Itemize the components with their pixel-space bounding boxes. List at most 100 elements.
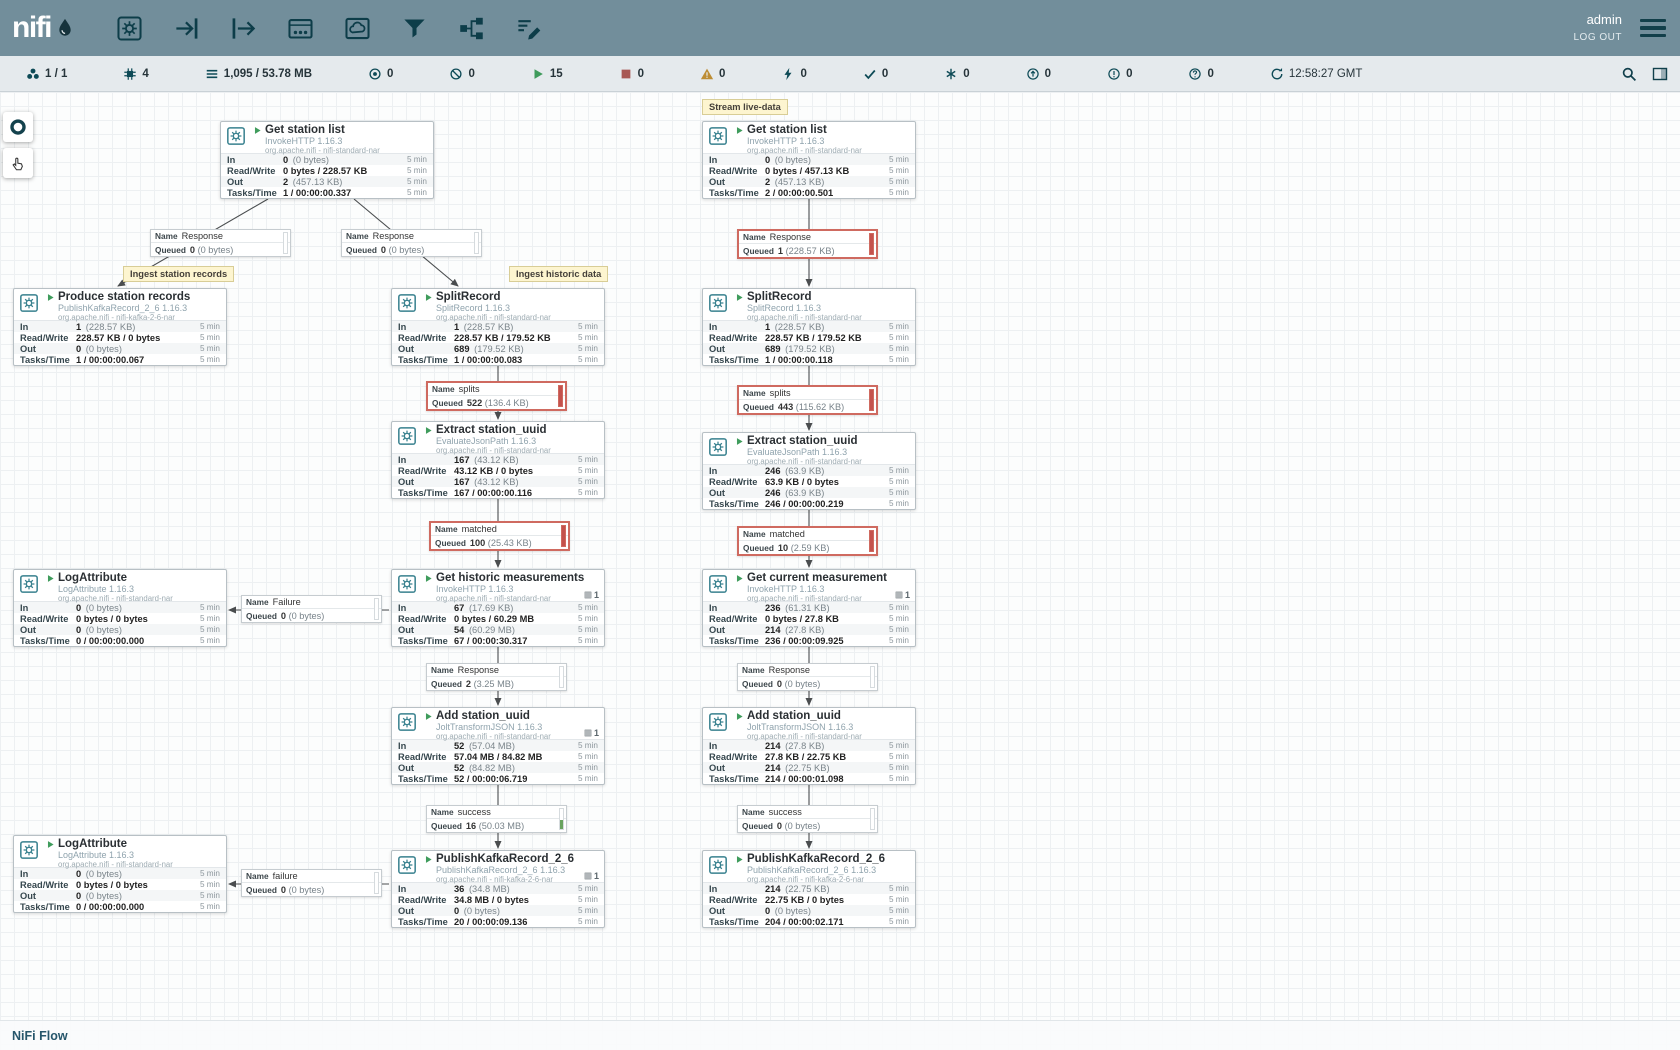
status-running: 15 [531,67,563,81]
processor-get-station-list[interactable]: Get station listInvokeHTTP 1.16.3org.apa… [702,121,916,199]
run-status-running-icon [735,712,744,721]
processor-header: Get station listInvokeHTTP 1.16.3org.apa… [221,122,433,153]
processor-stats: In1 (228.57 KB)5 minRead/Write228.57 KB … [703,320,915,365]
operate-palette-button[interactable] [3,148,33,178]
connection-queued: 16 (50.03 MB) [466,821,524,831]
cluster-icon [26,67,40,81]
connection-failure[interactable]: NameFailureQueued0 (0 bytes) [241,595,382,623]
processor-type: SplitRecord 1.16.3 [436,303,599,313]
connection-matched[interactable]: NamematchedQueued100 (25.43 KB) [429,521,570,551]
processor-produce-station-records[interactable]: Produce station recordsPublishKafkaRecor… [13,288,227,366]
connection-response[interactable]: NameResponseQueued0 (0 bytes) [150,229,291,257]
run-status-running-icon [424,293,433,302]
status-disabled: 0 [781,67,806,81]
nifi-logo: nifi [12,11,76,45]
nifi-logo-text: nifi [12,11,51,45]
canvas-label-ingest-historic-data[interactable]: Ingest historic data [509,266,608,282]
process-group-tool-icon[interactable] [287,15,314,42]
stat-row: Tasks/Time204 / 00:00:02.1715 min [703,916,915,927]
connection-success[interactable]: NamesuccessQueued16 (50.03 MB) [426,805,567,833]
processor-splitrecord[interactable]: SplitRecordSplitRecord 1.16.3org.apache.… [391,288,605,366]
connection-queued: 0 (0 bytes) [281,885,324,895]
processor-bundle: org.apache.nifi - nifi-standard-nar [436,732,599,741]
processor-publishkafkarecord-2-6[interactable]: PublishKafkaRecord_2_6PublishKafkaRecord… [702,850,916,928]
canvas-label-ingest-station-records[interactable]: Ingest station records [123,266,234,282]
output-port-tool-icon[interactable] [230,15,257,42]
nifi-drop-icon [54,17,76,39]
flow-canvas[interactable]: Stream live-data Ingest station records In… [0,92,1680,1050]
processor-icon [708,292,728,320]
status-refresh[interactable]: 12:58:27 GMT [1270,67,1363,81]
stat-row: Tasks/Time20 / 00:00:09.1365 min [392,916,604,927]
processor-type: InvokeHTTP 1.16.3 [436,584,599,594]
processor-get-station-list[interactable]: Get station listInvokeHTTP 1.16.3org.apa… [220,121,434,199]
processor-bundle: org.apache.nifi - nifi-standard-nar [747,313,910,322]
processor-logattribute[interactable]: LogAttributeLogAttribute 1.16.3org.apach… [13,569,227,647]
connection-response[interactable]: NameResponseQueued1 (228.57 KB) [737,229,878,259]
processor-stats: In214 (22.75 KB)5 minRead/Write22.75 KB … [703,882,915,927]
template-tool-icon[interactable] [458,15,485,42]
processor-extract-station-uuid[interactable]: Extract station_uuidEvaluateJsonPath 1.1… [702,432,916,510]
canvas-label-stream-live-data[interactable]: Stream live-data [702,99,788,115]
status-invalid-value: 0 [719,68,725,80]
stat-row: Read/Write0 bytes / 27.8 KB5 min [703,613,915,624]
processor-icon [708,436,728,464]
processor-add-station-uuid[interactable]: Add station_uuidJoltTransformJSON 1.16.3… [391,707,605,785]
navigate-palette-button[interactable] [3,112,33,142]
connection-queued: 10 (2.59 KB) [778,543,830,553]
status-not-transmitting: 0 [449,67,474,81]
panel-icon[interactable] [1652,66,1668,82]
processor-get-current-measurement[interactable]: Get current measurementInvokeHTTP 1.16.3… [702,569,916,647]
disabled-icon [781,67,795,81]
processor-tool-icon[interactable] [116,15,143,42]
connection-name: success [769,807,802,817]
processor-bundle: org.apache.nifi - nifi-kafka-2-6-nar [747,875,910,884]
connection-splits[interactable]: NamesplitsQueued443 (115.62 KB) [737,385,878,415]
search-icon[interactable] [1621,66,1637,82]
logout-link[interactable]: LOG OUT [1573,30,1622,46]
connection-matched[interactable]: NamematchedQueued10 (2.59 KB) [737,526,878,556]
processor-stats: In52 (57.04 MB)5 minRead/Write57.04 MB /… [392,739,604,784]
processor-header: Get station listInvokeHTTP 1.16.3org.apa… [703,122,915,153]
processor-publishkafkarecord-2-6[interactable]: PublishKafkaRecord_2_6PublishKafkaRecord… [391,850,605,928]
stat-row: Tasks/Time1 / 00:00:00.0675 min [14,354,226,365]
breadcrumb[interactable]: NiFi Flow [12,1029,68,1043]
connection-failure[interactable]: NamefailureQueued0 (0 bytes) [241,869,382,897]
processor-add-station-uuid[interactable]: Add station_uuidJoltTransformJSON 1.16.3… [702,707,916,785]
processor-bundle: org.apache.nifi - nifi-standard-nar [58,860,221,869]
processor-splitrecord[interactable]: SplitRecordSplitRecord 1.16.3org.apache.… [702,288,916,366]
global-menu-button[interactable] [1640,19,1666,38]
connection-name: Response [458,665,499,675]
status-not-transmitting-value: 0 [468,68,474,80]
funnel-tool-icon[interactable] [401,15,428,42]
connection-response[interactable]: NameResponseQueued2 (3.25 MB) [426,663,567,691]
backpressure-bar [561,525,566,547]
queue-icon [205,67,219,81]
processor-header: Get historic measurementsInvokeHTTP 1.16… [392,570,604,601]
locally-modified-icon [944,67,958,81]
processor-icon [397,854,417,882]
processor-extract-station-uuid[interactable]: Extract station_uuidEvaluateJsonPath 1.1… [391,421,605,499]
processor-icon [397,425,417,453]
status-threads-value: 4 [142,68,148,80]
processor-bundle: org.apache.nifi - nifi-standard-nar [265,146,428,155]
connection-splits[interactable]: NamesplitsQueued522 (136.4 KB) [426,381,567,411]
processor-logattribute[interactable]: LogAttributeLogAttribute 1.16.3org.apach… [13,835,227,913]
label-tool-icon[interactable] [515,15,542,42]
processor-icon [708,125,728,153]
stat-row: Out52 (84.82 MB)5 min [392,762,604,773]
remote-process-group-tool-icon[interactable] [344,15,371,42]
connection-response[interactable]: NameResponseQueued0 (0 bytes) [737,663,878,691]
input-port-tool-icon[interactable] [173,15,200,42]
processor-get-historic-measurements[interactable]: Get historic measurementsInvokeHTTP 1.16… [391,569,605,647]
run-status-running-icon [735,855,744,864]
processor-header: LogAttributeLogAttribute 1.16.3org.apach… [14,570,226,601]
refresh-icon [1270,67,1284,81]
status-queue-value: 1,095 / 53.78 MB [224,68,312,80]
backpressure-bar [374,872,379,894]
processor-name: LogAttribute [58,573,127,584]
connection-response[interactable]: NameResponseQueued0 (0 bytes) [341,229,482,257]
status-stopped: 0 [619,67,644,81]
connection-name: failure [273,871,298,881]
connection-success[interactable]: NamesuccessQueued0 (0 bytes) [737,805,878,833]
